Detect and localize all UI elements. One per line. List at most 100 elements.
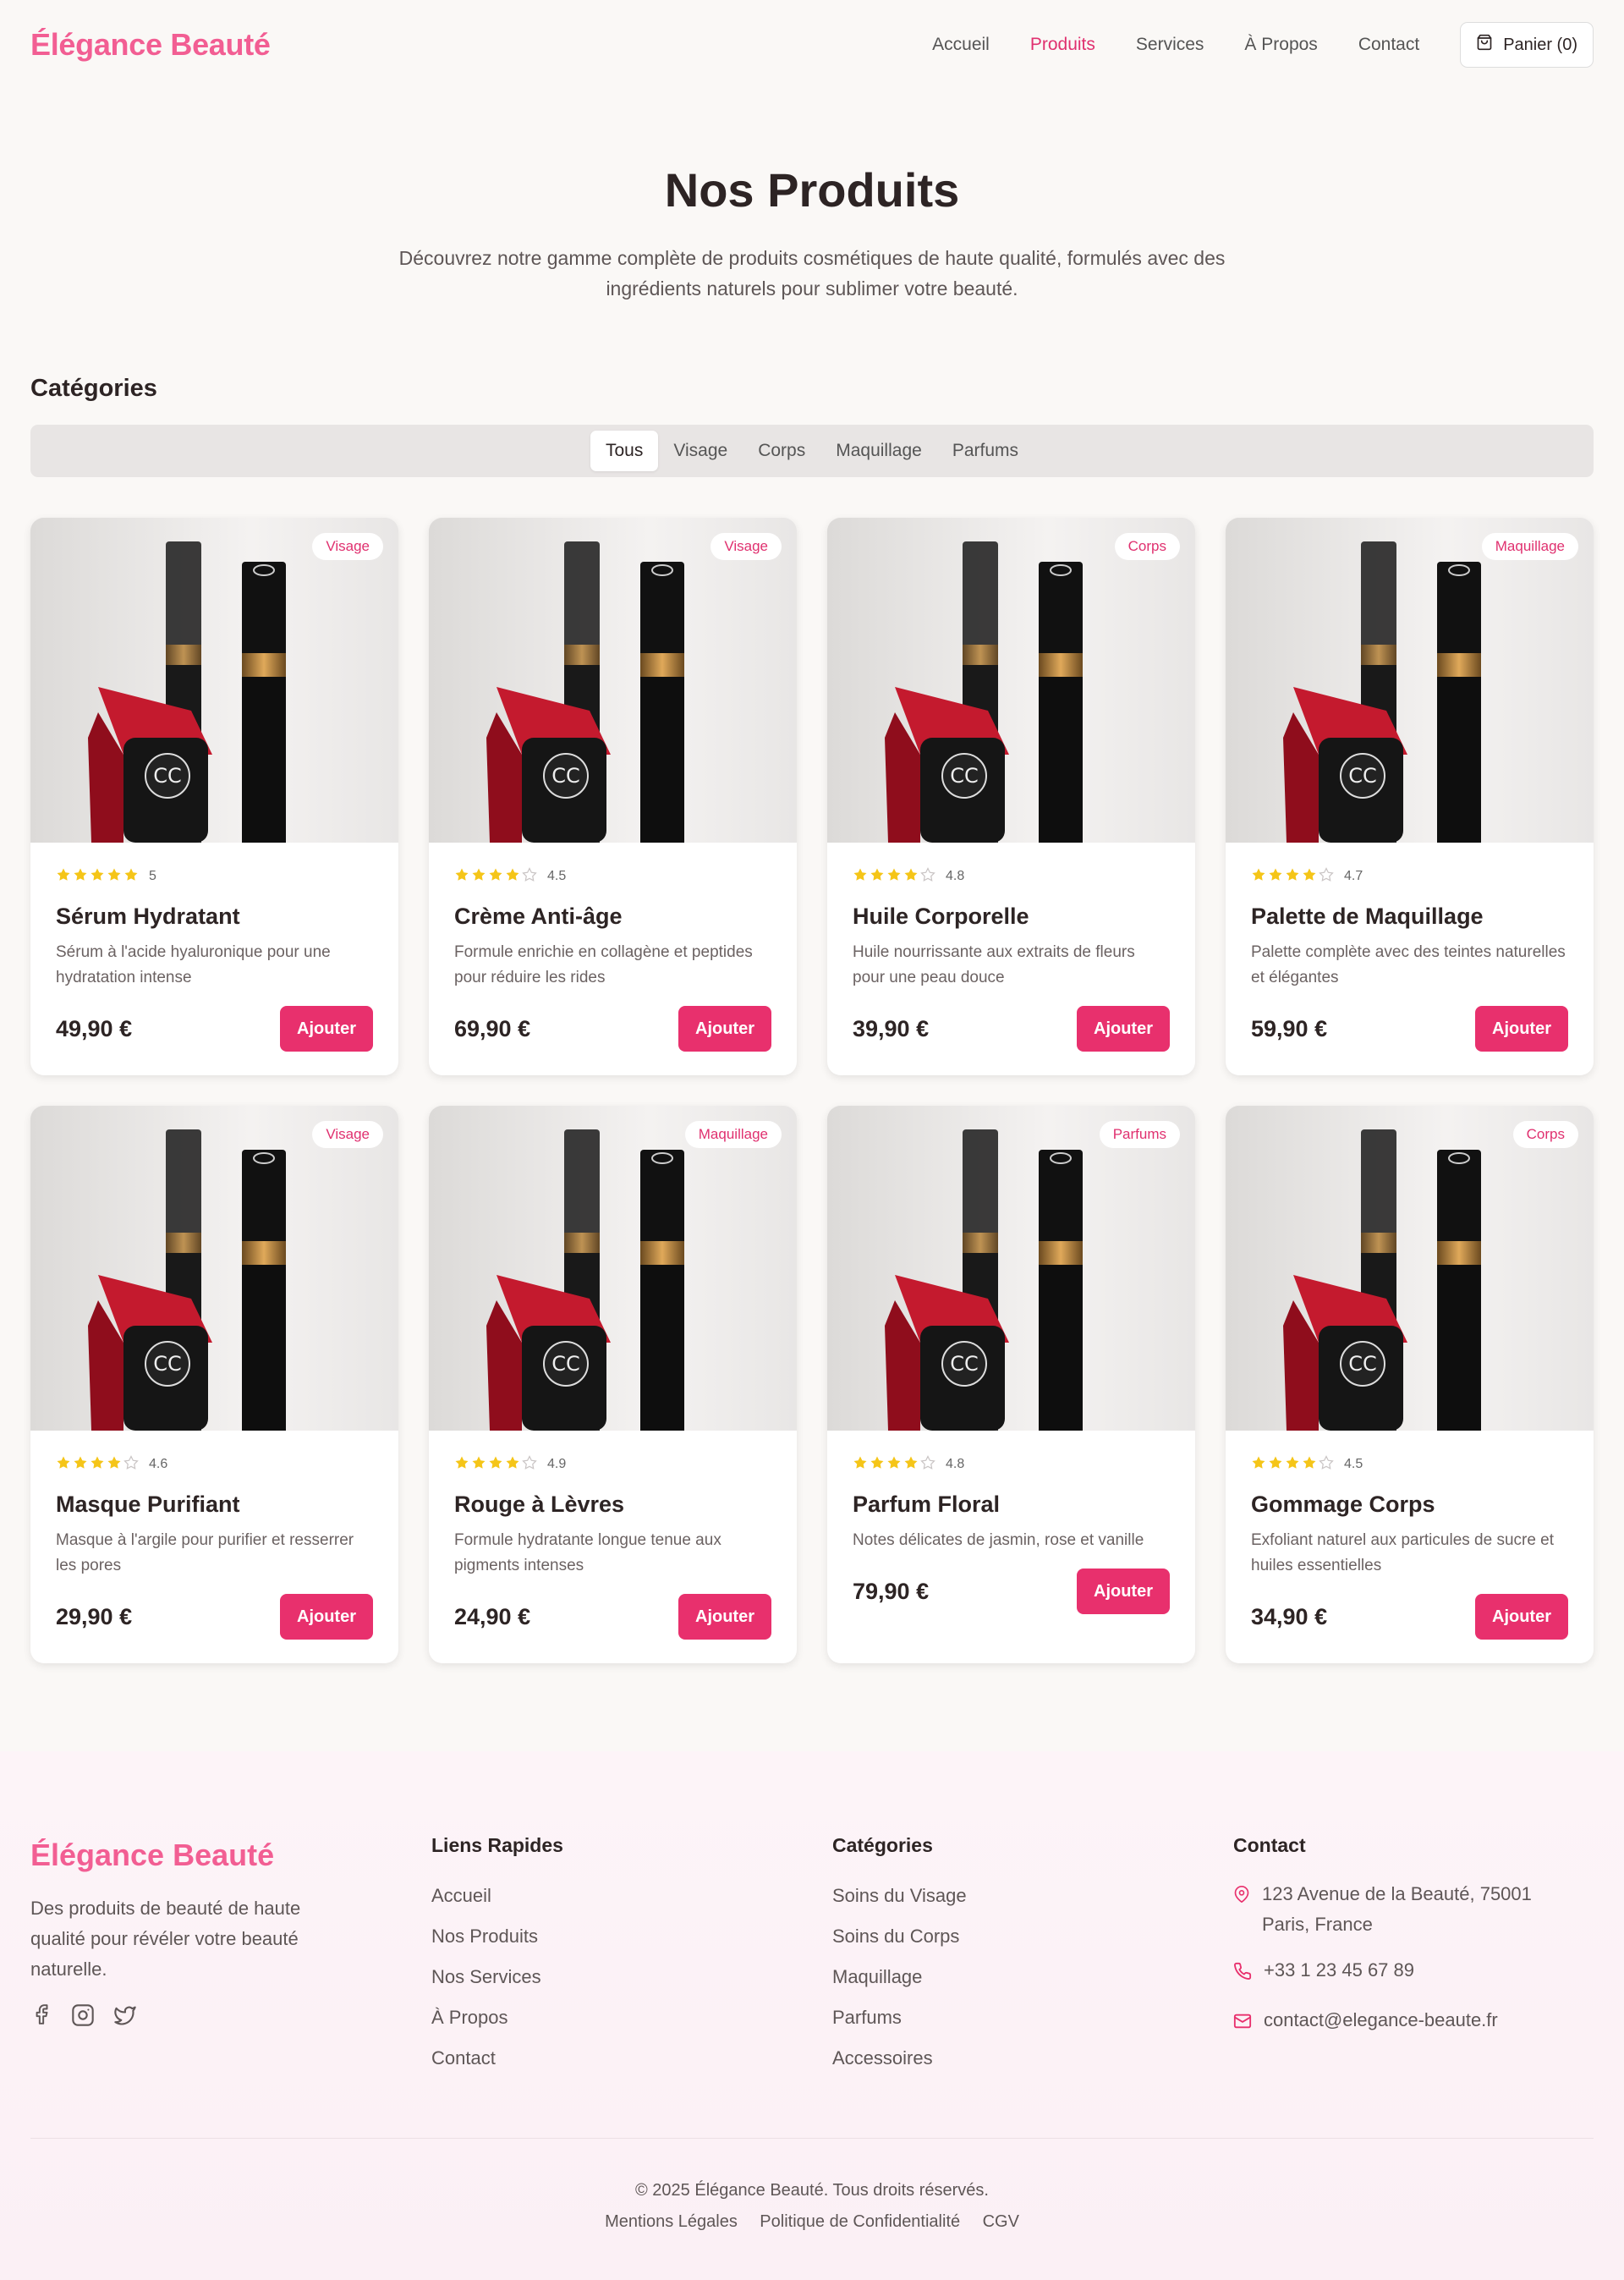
rating-value: 4.8 [946,1457,965,1471]
star-icon [505,1455,522,1475]
svg-text:CC: CC [153,1352,182,1376]
tab-tous[interactable]: Tous [590,431,659,471]
product-image[interactable]: CC Maquillage [429,1106,797,1431]
footer-link-services[interactable]: Nos Services [431,1957,832,1997]
nav-services[interactable]: Services [1136,35,1204,55]
product-description: Huile nourrissante aux extraits de fleur… [853,943,1135,986]
product-price: 69,90 € [454,1015,531,1041]
category-badge: Visage [312,1121,383,1148]
legal-cgv[interactable]: CGV [983,2212,1019,2231]
product-rating: 5 [56,868,373,885]
add-to-cart-button[interactable]: Ajouter [1475,1006,1568,1052]
twitter-icon[interactable] [113,2003,137,2027]
svg-text:CC: CC [1348,764,1377,788]
product-image[interactable]: CC Corps [827,518,1195,843]
category-tabs: Tous Visage Corps Maquillage Parfums [30,425,1594,477]
product-name[interactable]: Gommage Corps [1251,1492,1568,1518]
product-name[interactable]: Masque Purifiant [56,1492,373,1518]
legal-mentions[interactable]: Mentions Légales [605,2212,738,2231]
category-badge: Visage [312,533,383,560]
product-description: Sérum à l'acide hyaluronique pour une hy… [56,943,331,986]
product-image[interactable]: CC Visage [429,518,797,843]
instagram-icon[interactable] [71,2003,95,2027]
tab-parfums[interactable]: Parfums [937,431,1034,471]
star-icon [522,1454,539,1475]
star-icon [454,1455,471,1475]
product-card[interactable]: CC Maquillage 4.7 Palette de Maquillage Pale… [1226,518,1594,1075]
add-to-cart-button[interactable]: Ajouter [1475,1594,1568,1640]
site-footer: Élégance Beauté Des produits de beauté d… [0,1751,1624,2280]
product-image[interactable]: CC Visage [30,1106,398,1431]
star-icon [1251,1455,1268,1475]
product-card[interactable]: CC Corps 4.5 Gommage Corps Exfoliant naturel… [1226,1106,1594,1663]
product-description: Palette complète avec des teintes nature… [1251,943,1566,986]
footer-cat-corps[interactable]: Soins du Corps [832,1916,1233,1957]
category-badge: Parfums [1099,1121,1180,1148]
rating-stars [853,866,937,887]
product-rating: 4.5 [454,866,771,887]
rating-value: 4.8 [946,869,965,883]
contact-email[interactable]: contact@elegance-beaute.fr [1264,2005,1498,2036]
legal-privacy[interactable]: Politique de Confidentialité [760,2212,960,2231]
add-to-cart-button[interactable]: Ajouter [678,1006,771,1052]
nav-produits[interactable]: Produits [1030,35,1095,55]
star-icon [870,1455,886,1475]
product-name[interactable]: Palette de Maquillage [1251,904,1568,930]
copyright: © 2025 Élégance Beauté. Tous droits rése… [635,2181,989,2200]
product-card[interactable]: CC Corps 4.8 Huile Corporelle Huile nourriss… [827,518,1195,1075]
tab-maquillage[interactable]: Maquillage [820,431,937,471]
footer-about: Des produits de beauté de haute qualité … [30,1898,301,1980]
star-icon [870,867,886,887]
star-icon [1251,867,1268,887]
product-image[interactable]: CC Maquillage [1226,518,1594,843]
add-to-cart-button[interactable]: Ajouter [280,1006,373,1052]
site-logo[interactable]: Élégance Beauté [30,27,271,63]
product-name[interactable]: Huile Corporelle [853,904,1170,930]
add-to-cart-button[interactable]: Ajouter [1077,1006,1170,1052]
add-to-cart-button[interactable]: Ajouter [280,1594,373,1640]
tab-corps[interactable]: Corps [743,431,820,471]
star-icon [1302,867,1319,887]
rating-value: 4.9 [547,1457,567,1471]
nav-contact[interactable]: Contact [1358,35,1419,55]
star-icon [123,867,140,887]
footer-link-contact[interactable]: Contact [431,2038,832,2079]
product-card[interactable]: CC Maquillage 4.9 Rouge à Lèvres Formule hyd… [429,1106,797,1663]
nav-accueil[interactable]: Accueil [932,35,990,55]
product-grid: CC Visage 5 Sérum Hydratant Sérum à l'acide … [30,518,1594,1663]
product-name[interactable]: Sérum Hydratant [56,904,373,930]
product-card[interactable]: CC Parfums 4.8 Parfum Floral Notes délicates… [827,1106,1195,1663]
add-to-cart-button[interactable]: Ajouter [678,1594,771,1640]
add-to-cart-button[interactable]: Ajouter [1077,1569,1170,1614]
product-card[interactable]: CC Visage 5 Sérum Hydratant Sérum à l'acide … [30,518,398,1075]
product-name[interactable]: Crème Anti-âge [454,904,771,930]
contact-phone[interactable]: +33 1 23 45 67 89 [1264,1955,1414,1986]
star-icon [107,1455,123,1475]
footer-cat-visage[interactable]: Soins du Visage [832,1876,1233,1916]
tab-visage[interactable]: Visage [658,431,743,471]
contact-title: Contact [1233,1834,1306,1856]
footer-logo[interactable]: Élégance Beauté [30,1838,431,1873]
footer-cat-parfums[interactable]: Parfums [832,1997,1233,2038]
product-card[interactable]: CC Visage 4.5 Crème Anti-âge Formule enrichi… [429,518,797,1075]
legal-links: Mentions Légales Politique de Confidenti… [30,2212,1594,2232]
product-image[interactable]: CC Visage [30,518,398,843]
product-image[interactable]: CC Parfums [827,1106,1195,1431]
facebook-icon[interactable] [30,2003,52,2027]
product-rating: 4.7 [1251,866,1568,887]
product-name[interactable]: Rouge à Lèvres [454,1492,771,1518]
footer-link-a-propos[interactable]: À Propos [431,1997,832,2038]
rating-stars [454,866,539,887]
footer-cat-maquillage[interactable]: Maquillage [832,1957,1233,1997]
rating-stars [56,867,140,887]
footer-link-accueil[interactable]: Accueil [431,1876,832,1916]
star-icon [903,1455,920,1475]
footer-cat-accessoires[interactable]: Accessoires [832,2038,1233,2079]
product-name[interactable]: Parfum Floral [853,1492,1170,1518]
product-image[interactable]: CC Corps [1226,1106,1594,1431]
cart-button[interactable]: Panier (0) [1460,22,1594,68]
product-card[interactable]: CC Visage 4.6 Masque Purifiant Masque à l'ar… [30,1106,398,1663]
category-badge: Corps [1512,1121,1578,1148]
footer-link-produits[interactable]: Nos Produits [431,1916,832,1957]
nav-a-propos[interactable]: À Propos [1244,35,1317,55]
